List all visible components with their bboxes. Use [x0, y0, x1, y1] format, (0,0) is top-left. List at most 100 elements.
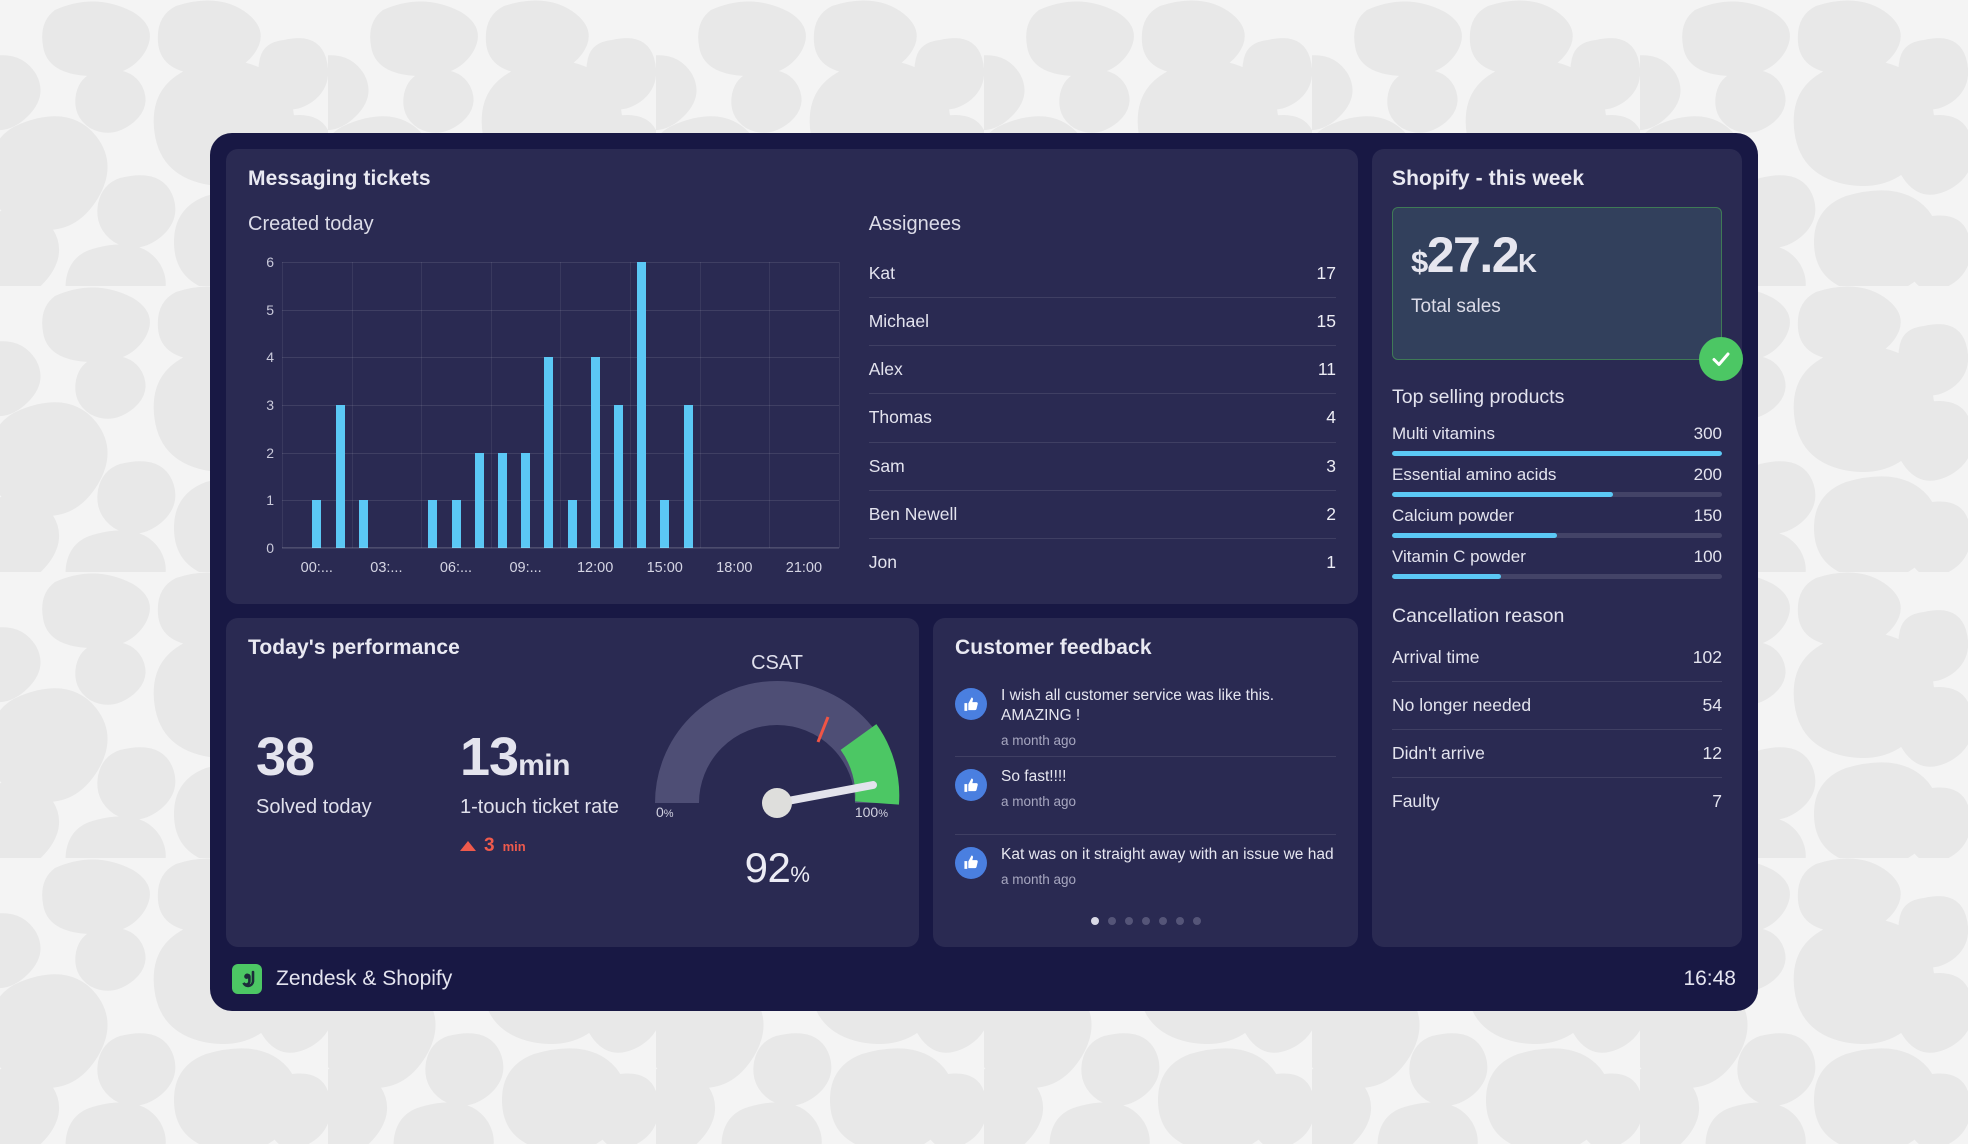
one-touch-rate-metric: 13min 1-touch ticket rate 3 min — [460, 730, 619, 857]
todays-performance-panel: Today's performance 38 Solved today 13mi… — [226, 618, 920, 947]
assignees-list: Kat 17 Michael 15 Alex 11 Thomas 4 Sam 3 Ben Newel… — [868, 250, 1336, 586]
cancellation-row[interactable]: Faulty 7 — [1392, 778, 1722, 825]
pagination-dot[interactable] — [1141, 917, 1150, 925]
product-top: Multi vitamins 300 — [1392, 424, 1722, 444]
messaging-tickets-title: Messaging tickets — [248, 167, 431, 190]
customer-feedback-title: Customer feedback — [955, 636, 1152, 659]
chart-bar — [474, 452, 484, 548]
assignee-count: 17 — [1316, 263, 1336, 284]
chart-y-tick: 4 — [266, 349, 274, 366]
assignee-count: 15 — [1316, 311, 1336, 332]
chart-plot-area: 0 1 2 3 4 5 6 — [266, 254, 840, 556]
chart-bar-slot — [792, 262, 815, 548]
product-row[interactable]: Essential amino acids 200 — [1392, 456, 1722, 497]
chart-bar-slot — [607, 262, 630, 548]
chart-bar-slot — [584, 262, 607, 548]
one-touch-value: 13 — [460, 727, 519, 787]
cancellation-title: Cancellation reason — [1392, 605, 1565, 627]
feedback-item[interactable]: I wish all customer service was like thi… — [955, 676, 1336, 758]
assignees-title: Assignees — [868, 213, 961, 235]
csat-unit: % — [790, 862, 810, 887]
one-touch-value-group: 13min — [460, 730, 619, 784]
csat-gauge-block: CSAT 0% 100% 92% — [652, 652, 902, 892]
assignee-row[interactable]: Sam 3 — [868, 443, 1336, 491]
csat-gauge-icon — [655, 681, 900, 818]
chart-bar — [544, 357, 554, 548]
total-sales-suffix: K — [1518, 248, 1537, 278]
total-sales-label: Total sales — [1411, 296, 1501, 317]
cancellation-row[interactable]: No longer needed 54 — [1392, 682, 1722, 730]
assignee-row[interactable]: Kat 17 — [868, 250, 1336, 299]
assignee-name: Ben Newell — [868, 503, 958, 524]
chart-x-tick: 09:... — [509, 560, 542, 576]
chart-y-tick: 2 — [266, 444, 274, 461]
footer-title: Zendesk & Shopify — [276, 967, 453, 990]
pagination-dot[interactable] — [1175, 917, 1184, 925]
product-top: Essential amino acids 200 — [1392, 465, 1722, 485]
chart-y-tick: 5 — [266, 301, 274, 318]
chart-bar-slot — [746, 262, 769, 548]
pagination-dot[interactable] — [1124, 917, 1133, 925]
left-column: Messaging tickets Created today 0 1 2 3 4 5 6 — [226, 149, 1358, 947]
right-column: Shopify - this week $27.2K Total sales T… — [1372, 149, 1743, 947]
assignee-name: Alex — [868, 359, 903, 380]
chart-bar — [521, 452, 531, 548]
top-selling-title: Top selling products — [1392, 386, 1565, 408]
chart-bar-slot — [352, 262, 375, 548]
chart-bar — [358, 500, 368, 548]
product-value: 100 — [1693, 547, 1722, 566]
assignee-row[interactable]: Thomas 4 — [868, 394, 1336, 443]
feedback-text: I wish all customer service was like thi… — [1001, 687, 1275, 725]
pagination-dot[interactable] — [1107, 917, 1116, 925]
pagination-dot[interactable] — [1192, 917, 1201, 925]
chart-bar-slot — [468, 262, 491, 548]
assignee-row[interactable]: Ben Newell 2 — [868, 491, 1336, 539]
feedback-pagination[interactable] — [955, 911, 1336, 929]
cancellation-reason: Arrival time — [1392, 647, 1480, 667]
chart-y-tick: 1 — [266, 492, 274, 509]
assignee-name: Michael — [868, 311, 930, 332]
chart-bar — [590, 357, 600, 548]
product-name: Calcium powder — [1392, 506, 1514, 525]
chart-bar — [335, 405, 345, 548]
assignee-name: Jon — [868, 551, 897, 572]
chart-x-tick: 18:00 — [716, 560, 753, 576]
total-sales-card: $27.2K Total sales — [1392, 207, 1743, 381]
created-today-section: Created today 0 1 2 3 4 5 6 00:... 03:... 06:...… — [248, 213, 843, 586]
product-row[interactable]: Vitamin C powder 100 — [1392, 538, 1722, 579]
total-sales-currency: $ — [1411, 244, 1428, 279]
product-row[interactable]: Multi vitamins 300 — [1392, 415, 1722, 456]
chart-bar-slot — [816, 262, 839, 548]
one-touch-unit: min — [518, 749, 570, 782]
assignee-row[interactable]: Jon 1 — [869, 539, 1336, 586]
feedback-item[interactable]: Kat was on it straight away with an issu… — [955, 835, 1336, 911]
messaging-body: Created today 0 1 2 3 4 5 6 00:... 03:... 06:...… — [248, 213, 1336, 586]
assignee-name: Thomas — [868, 407, 932, 428]
csat-value: 92 — [744, 844, 791, 891]
chart-x-tick: 06:... — [439, 560, 473, 576]
chart-bar-slot — [398, 262, 421, 548]
chart-bar — [312, 500, 322, 548]
chart-x-tick: 03:... — [370, 560, 403, 576]
pagination-dot[interactable] — [1090, 917, 1099, 925]
product-value: 300 — [1693, 424, 1722, 443]
assignee-row[interactable]: Michael 15 — [868, 298, 1336, 347]
csat-max-unit: % — [878, 808, 888, 820]
csat-min-unit: % — [663, 808, 674, 820]
product-name: Essential amino acids — [1392, 465, 1557, 484]
chart-y-tick: 6 — [266, 254, 274, 270]
pagination-dot[interactable] — [1158, 917, 1167, 925]
cancellation-row[interactable]: Arrival time 102 — [1392, 634, 1722, 682]
chart-bar-slot — [560, 262, 583, 548]
product-top: Calcium powder 150 — [1392, 506, 1722, 526]
assignee-row[interactable]: Alex 11 — [868, 346, 1336, 395]
feedback-item[interactable]: So fast!!!! a month ago — [955, 757, 1336, 835]
one-touch-delta-unit: min — [502, 838, 526, 854]
chart-bar-slot — [444, 262, 467, 548]
cancellation-row[interactable]: Didn't arrive 12 — [1392, 730, 1722, 778]
feedback-body: I wish all customer service was like thi… — [1001, 686, 1336, 748]
chart-bar — [567, 500, 577, 548]
product-row[interactable]: Calcium powder 150 — [1392, 497, 1722, 538]
check-circle-icon — [1699, 337, 1743, 381]
chart-gridline — [282, 548, 839, 549]
